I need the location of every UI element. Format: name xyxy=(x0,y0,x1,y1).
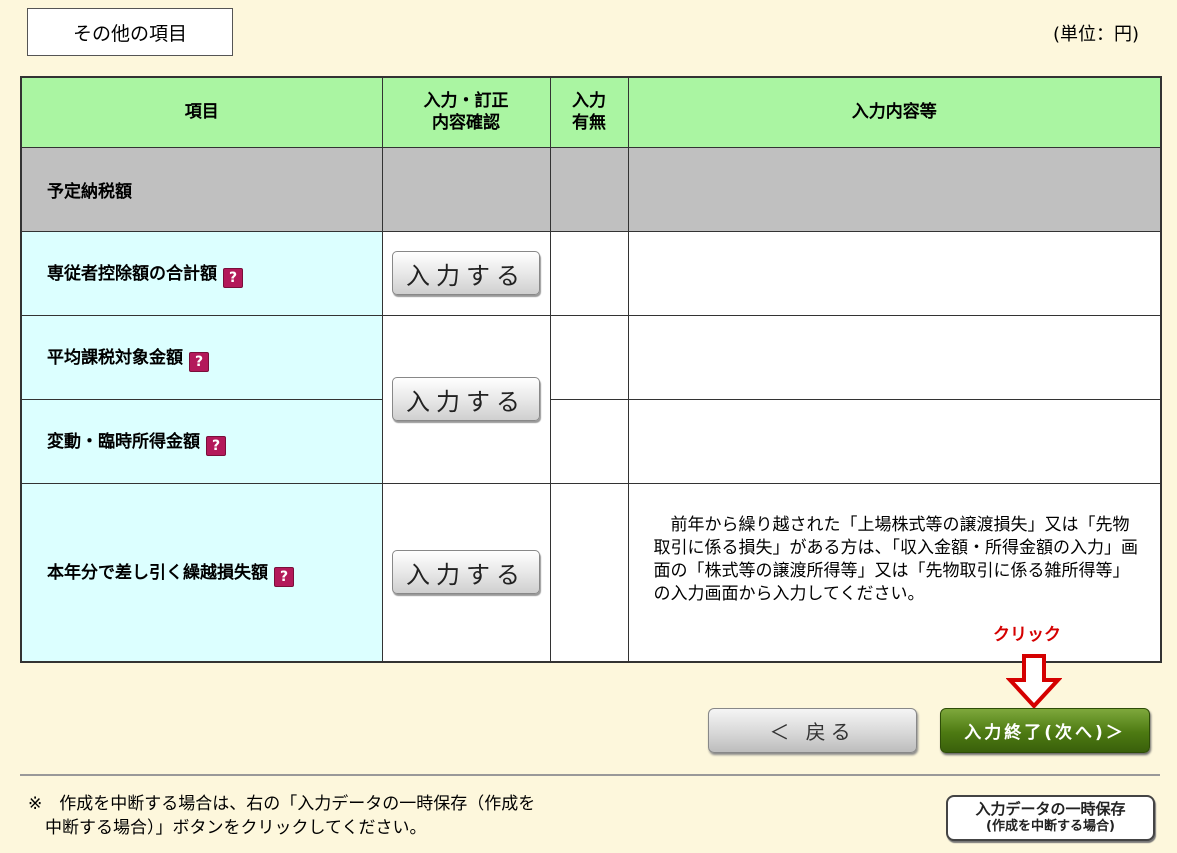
help-icon[interactable]: ? xyxy=(189,351,209,372)
next-button[interactable]: 入力終了(次へ)＞ xyxy=(940,708,1150,753)
present-cell xyxy=(549,230,629,316)
present-cell xyxy=(549,482,629,663)
input-button-carryover-loss[interactable]: 入力する xyxy=(392,550,540,595)
confirm-cell xyxy=(381,146,551,232)
unit-label: (単位：円) xyxy=(1052,24,1139,45)
row-label: 専従者控除額の合計額 xyxy=(47,263,217,284)
content-cell xyxy=(627,146,1162,232)
carryover-note: 前年から繰り越された「上場株式等の譲渡損失」又は「先物取引に係る損失」がある方は… xyxy=(627,482,1162,663)
input-button-average-variable[interactable]: 入力する xyxy=(392,377,540,421)
row-label: 平均課税対象金額 xyxy=(47,347,183,368)
table-row-average-taxable: 平均課税対象金額? 入力する xyxy=(20,314,1162,484)
header-present-line2: 有無 xyxy=(572,113,606,134)
row-label-cell: 本年分で差し引く繰越損失額? xyxy=(20,482,383,663)
content-cell xyxy=(627,230,1162,316)
confirm-cell: 入力する xyxy=(381,314,551,484)
header-present-line1: 入力 xyxy=(572,91,606,112)
present-cell xyxy=(549,398,629,484)
back-button[interactable]: ＜ 戻る xyxy=(708,708,917,753)
row-label-cell: 専従者控除額の合計額? xyxy=(20,230,383,316)
header-confirm-line2: 内容確認 xyxy=(432,113,500,134)
confirm-cell: 入力する xyxy=(381,482,551,663)
footer-note-line1: ※ 作成を中断する場合は、右の「入力データの一時保存（作成を xyxy=(28,794,536,814)
present-cell xyxy=(549,314,629,400)
header-confirm-line1: 入力・訂正 xyxy=(423,91,509,112)
present-cell xyxy=(549,146,629,232)
save-draft-button[interactable]: 入力データの一時保存 (作成を中断する場合) xyxy=(946,795,1155,841)
save-draft-line1: 入力データの一時保存 xyxy=(975,800,1126,818)
items-table: 項目 入力・訂正 内容確認 入力 有無 入力内容等 予定納税額 専従者控除額の合… xyxy=(20,76,1162,663)
table-row-scheduled-tax: 予定納税額 xyxy=(20,146,1162,232)
section-title: その他の項目 xyxy=(27,8,233,56)
input-button-dependent-deduction[interactable]: 入力する xyxy=(392,251,540,295)
help-icon[interactable]: ? xyxy=(223,267,243,288)
header-content: 入力内容等 xyxy=(627,76,1162,148)
table-row-variable-income: 変動・臨時所得金額? xyxy=(20,398,1162,484)
header-item: 項目 xyxy=(20,76,383,148)
down-arrow-icon xyxy=(1006,654,1062,709)
click-annotation: クリック xyxy=(993,625,1061,645)
table-header-row: 項目 入力・訂正 内容確認 入力 有無 入力内容等 xyxy=(20,76,1162,148)
table-row-carryover-loss: 本年分で差し引く繰越損失額? 入力する 前年から繰り越された「上場株式等の譲渡損… xyxy=(20,482,1162,663)
header-present: 入力 有無 xyxy=(549,76,629,148)
table-row-dependent-deduction: 専従者控除額の合計額? 入力する xyxy=(20,230,1162,316)
row-label-cell: 平均課税対象金額? xyxy=(20,314,383,400)
save-draft-line2: (作成を中断する場合) xyxy=(986,819,1115,834)
content-cell xyxy=(627,398,1162,484)
row-label: 予定納税額 xyxy=(20,146,383,232)
row-label: 変動・臨時所得金額 xyxy=(47,431,200,452)
header-confirm: 入力・訂正 内容確認 xyxy=(381,76,551,148)
footer-note: ※ 作成を中断する場合は、右の「入力データの一時保存（作成を 中断する場合）」ボ… xyxy=(28,792,535,840)
row-label-cell: 変動・臨時所得金額? xyxy=(20,398,383,484)
footer-note-line2: 中断する場合）」ボタンをクリックしてください。 xyxy=(28,818,427,838)
divider xyxy=(20,774,1160,776)
row-label: 本年分で差し引く繰越損失額 xyxy=(47,562,268,583)
help-icon[interactable]: ? xyxy=(274,566,294,587)
help-icon[interactable]: ? xyxy=(206,435,226,456)
content-cell xyxy=(627,314,1162,400)
confirm-cell: 入力する xyxy=(381,230,551,316)
